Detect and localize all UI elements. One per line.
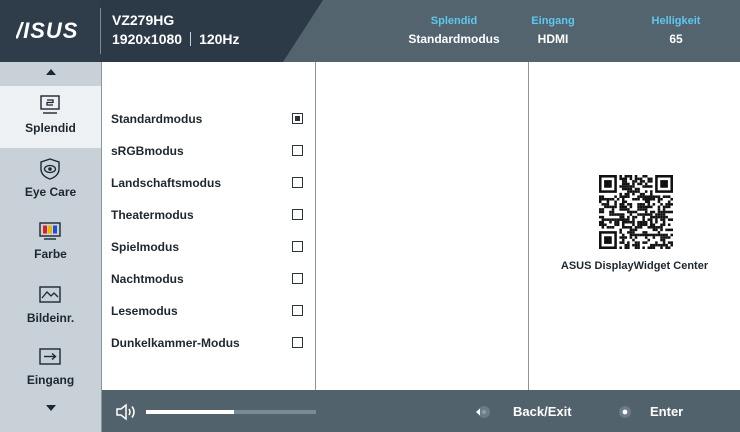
- mode-option[interactable]: Lesemodus: [102, 301, 316, 333]
- asus-logo: /ISUS: [16, 19, 78, 41]
- back-joystick-icon: [476, 406, 490, 418]
- nav-item-label: Farbe: [34, 247, 67, 261]
- mode-option[interactable]: Spielmodus: [102, 237, 316, 269]
- status-input: Eingang HDMI: [513, 15, 593, 46]
- header-divider: [100, 8, 101, 54]
- header-status-panel: Splendid Standardmodus Eingang HDMI Hell…: [283, 0, 740, 62]
- status-brightness: Helligkeit 65: [636, 15, 716, 46]
- nav-item-image[interactable]: Bildeinr.: [0, 276, 101, 338]
- eye-care-icon: [40, 158, 60, 180]
- status-value: Standardmodus: [408, 32, 500, 46]
- volume-slider-fill: [146, 410, 235, 414]
- refresh-rate-text: 120Hz: [199, 31, 240, 47]
- mode-option[interactable]: Dunkelkammer-Modus: [102, 333, 316, 365]
- mode-checkbox[interactable]: [292, 273, 303, 284]
- input-arrow-icon: [39, 348, 61, 365]
- model-name: VZ279HG: [112, 12, 175, 28]
- nav-item-input[interactable]: Eingang: [0, 338, 101, 400]
- mode-option[interactable]: Standardmodus: [102, 109, 316, 141]
- mode-option-label: Standardmodus: [111, 112, 203, 126]
- mode-option[interactable]: Landschaftsmodus: [102, 173, 316, 205]
- nav-item-label: Eingang: [26, 373, 75, 387]
- enter-joystick-icon: [619, 406, 631, 418]
- image-wave-icon: [39, 286, 61, 303]
- nav-item-label: Bildeinr.: [26, 311, 75, 325]
- status-label: Splendid: [430, 15, 478, 27]
- nav-item-color[interactable]: Farbe: [0, 212, 101, 274]
- color-bars-icon: [39, 222, 61, 240]
- status-value: HDMI: [537, 32, 569, 46]
- mode-checkbox[interactable]: [292, 337, 303, 348]
- splendid-mode-list: Standardmodus sRGBmodus Landschaftsmodus Th…: [102, 62, 316, 390]
- specs-separator: [190, 32, 192, 46]
- mode-option[interactable]: Nachtmodus: [102, 269, 316, 301]
- scroll-up-arrow-icon[interactable]: [46, 69, 56, 75]
- mode-checkbox[interactable]: [292, 177, 303, 188]
- mode-checkbox[interactable]: [292, 209, 303, 220]
- enter-label[interactable]: Enter: [650, 404, 683, 419]
- nav-item-eye-care[interactable]: Eye Care: [0, 150, 101, 212]
- back-exit-label[interactable]: Back/Exit: [513, 404, 572, 419]
- nav-item-label: Splendid: [25, 121, 76, 135]
- mode-checkbox-checked[interactable]: [292, 113, 303, 124]
- monitor-specs: 1920x1080 120Hz: [112, 31, 240, 47]
- mode-option-label: Nachtmodus: [111, 272, 184, 286]
- qr-code: [599, 175, 673, 249]
- mode-checkbox[interactable]: [292, 241, 303, 252]
- resolution-text: 1920x1080: [112, 31, 183, 47]
- main-menu-nav: Splendid Eye Care Farbe Bildeinr. Eingan…: [0, 62, 102, 432]
- svg-text:/ISUS: /ISUS: [16, 19, 78, 41]
- monitor-osd: /ISUS VZ279HG 1920x1080 120Hz Splendid S…: [0, 0, 740, 432]
- mode-checkbox[interactable]: [292, 145, 303, 156]
- mode-option-label: Dunkelkammer-Modus: [111, 336, 240, 350]
- status-label: Eingang: [531, 15, 575, 27]
- mode-option[interactable]: sRGBmodus: [102, 141, 316, 173]
- qr-caption: ASUS DisplayWidget Center: [560, 260, 709, 272]
- nav-item-splendid[interactable]: Splendid: [0, 86, 101, 148]
- osd-header: /ISUS VZ279HG 1920x1080 120Hz Splendid S…: [0, 0, 740, 62]
- splendid-monitor-icon: [40, 95, 60, 114]
- mode-checkbox[interactable]: [292, 305, 303, 316]
- mode-option-label: Lesemodus: [111, 304, 178, 318]
- mode-option-label: Spielmodus: [111, 240, 180, 254]
- mode-option-label: sRGBmodus: [111, 144, 184, 158]
- submenu-pane: [316, 62, 529, 390]
- mode-options: Standardmodus sRGBmodus Landschaftsmodus Th…: [102, 109, 316, 365]
- nav-item-label: Eye Care: [24, 185, 77, 199]
- speaker-volume-icon: [116, 403, 135, 421]
- mode-option[interactable]: Theatermodus: [102, 205, 316, 237]
- osd-footer: Back/Exit Enter: [102, 390, 740, 432]
- brand-area: /ISUS: [0, 0, 100, 62]
- status-splendid: Splendid Standardmodus: [394, 15, 514, 46]
- displaywidget-pane: ASUS DisplayWidget Center: [529, 62, 740, 390]
- status-value: 65: [669, 32, 683, 46]
- volume-slider[interactable]: [146, 410, 316, 414]
- status-label: Helligkeit: [651, 15, 701, 27]
- mode-option-label: Landschaftsmodus: [111, 176, 222, 190]
- scroll-down-arrow-icon[interactable]: [46, 405, 56, 411]
- mode-option-label: Theatermodus: [111, 208, 194, 222]
